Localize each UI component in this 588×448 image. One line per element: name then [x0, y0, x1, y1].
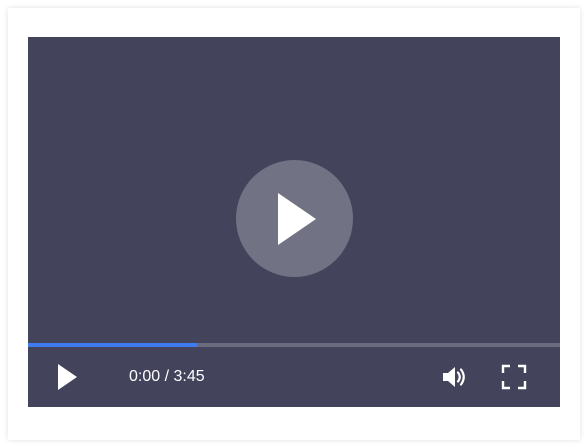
video-player[interactable]: 0:00 / 3:45 [28, 37, 560, 407]
current-time: 0:00 [129, 368, 161, 385]
fullscreen-button[interactable] [501, 364, 527, 390]
play-icon [277, 192, 316, 245]
time-separator: / [160, 368, 174, 385]
play-icon [58, 364, 77, 390]
fullscreen-icon [501, 364, 527, 390]
progress-bar[interactable] [28, 343, 560, 347]
volume-icon [443, 367, 465, 387]
play-button[interactable] [54, 363, 80, 391]
time-display: 0:00 / 3:45 [129, 367, 205, 387]
big-play-button[interactable] [236, 160, 353, 277]
progress-fill [28, 343, 198, 347]
volume-button[interactable] [441, 363, 469, 391]
duration: 3:45 [173, 368, 205, 385]
video-card: 0:00 / 3:45 [8, 8, 580, 440]
